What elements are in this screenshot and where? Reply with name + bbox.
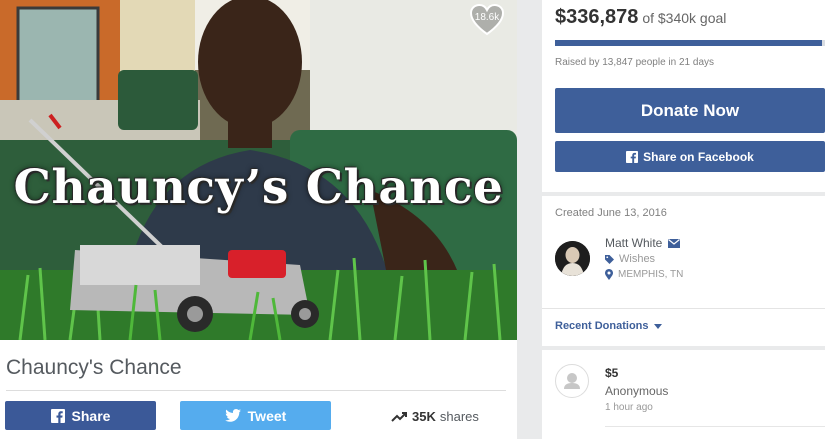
recent-donations-dropdown[interactable]: Recent Donations <box>555 320 662 332</box>
organizer-category[interactable]: Wishes <box>605 253 655 265</box>
trending-up-icon <box>391 412 407 422</box>
raised-amount: $336,878 <box>555 6 639 28</box>
facebook-icon <box>626 150 639 163</box>
facebook-icon <box>50 408 65 423</box>
campaign-page: Chauncy’s Chance 18.6k Chauncy's Chance … <box>0 0 825 439</box>
category-label: Wishes <box>619 253 656 265</box>
campaign-title: Chauncy's Chance <box>6 356 182 379</box>
envelope-icon <box>668 238 681 248</box>
caret-down-icon <box>653 323 662 329</box>
divider <box>6 390 506 391</box>
twitter-icon <box>224 409 241 422</box>
raised-by-text: Raised by 13,847 people in 21 days <box>555 57 715 68</box>
favorite-button[interactable]: 18.6k <box>469 3 505 37</box>
divider <box>605 426 825 427</box>
shares-suffix: shares <box>439 409 479 424</box>
shares-number: 35K <box>412 409 436 424</box>
organizer-name: Matt White <box>605 236 663 250</box>
shares-count: 35K shares <box>391 409 479 424</box>
facebook-share-label: Share on Facebook <box>643 149 754 164</box>
hero-title-overlay: Chauncy’s Chance <box>13 160 504 215</box>
location-pin-icon <box>605 269 613 280</box>
organizer-location: MEMPHIS, TN <box>605 269 683 280</box>
location-label: MEMPHIS, TN <box>618 269 684 280</box>
organizer-avatar[interactable] <box>555 241 590 276</box>
amount-raised: $336,878 of $340k goal <box>555 6 726 29</box>
facebook-share-button[interactable]: Share <box>5 401 156 430</box>
share-label: Share <box>71 407 111 424</box>
tag-icon <box>605 254 614 264</box>
donation-time: 1 hour ago <box>605 402 653 413</box>
goal-text: of $340k goal <box>642 10 727 26</box>
progress-bar <box>555 40 825 46</box>
tweet-button[interactable]: Tweet <box>180 401 331 430</box>
recent-donations-label: Recent Donations <box>555 320 649 332</box>
tweet-label: Tweet <box>247 407 287 424</box>
organizer-name-link[interactable]: Matt White <box>605 236 681 250</box>
progress-fill <box>555 40 823 46</box>
donor-name: Anonymous <box>605 384 669 398</box>
donor-avatar <box>555 364 589 398</box>
heart-count: 18.6k <box>474 12 500 23</box>
column-gap <box>517 0 542 439</box>
donate-now-button[interactable]: Donate Now <box>555 88 825 133</box>
share-on-facebook-button[interactable]: Share on Facebook <box>555 141 825 172</box>
donation-amount: $5 <box>605 366 619 380</box>
campaign-main: Chauncy’s Chance 18.6k Chauncy's Chance … <box>0 0 517 439</box>
campaign-hero-image[interactable]: Chauncy’s Chance 18.6k <box>0 0 517 340</box>
created-date: Created June 13, 2016 <box>555 207 667 219</box>
organizer-photo <box>555 241 590 276</box>
